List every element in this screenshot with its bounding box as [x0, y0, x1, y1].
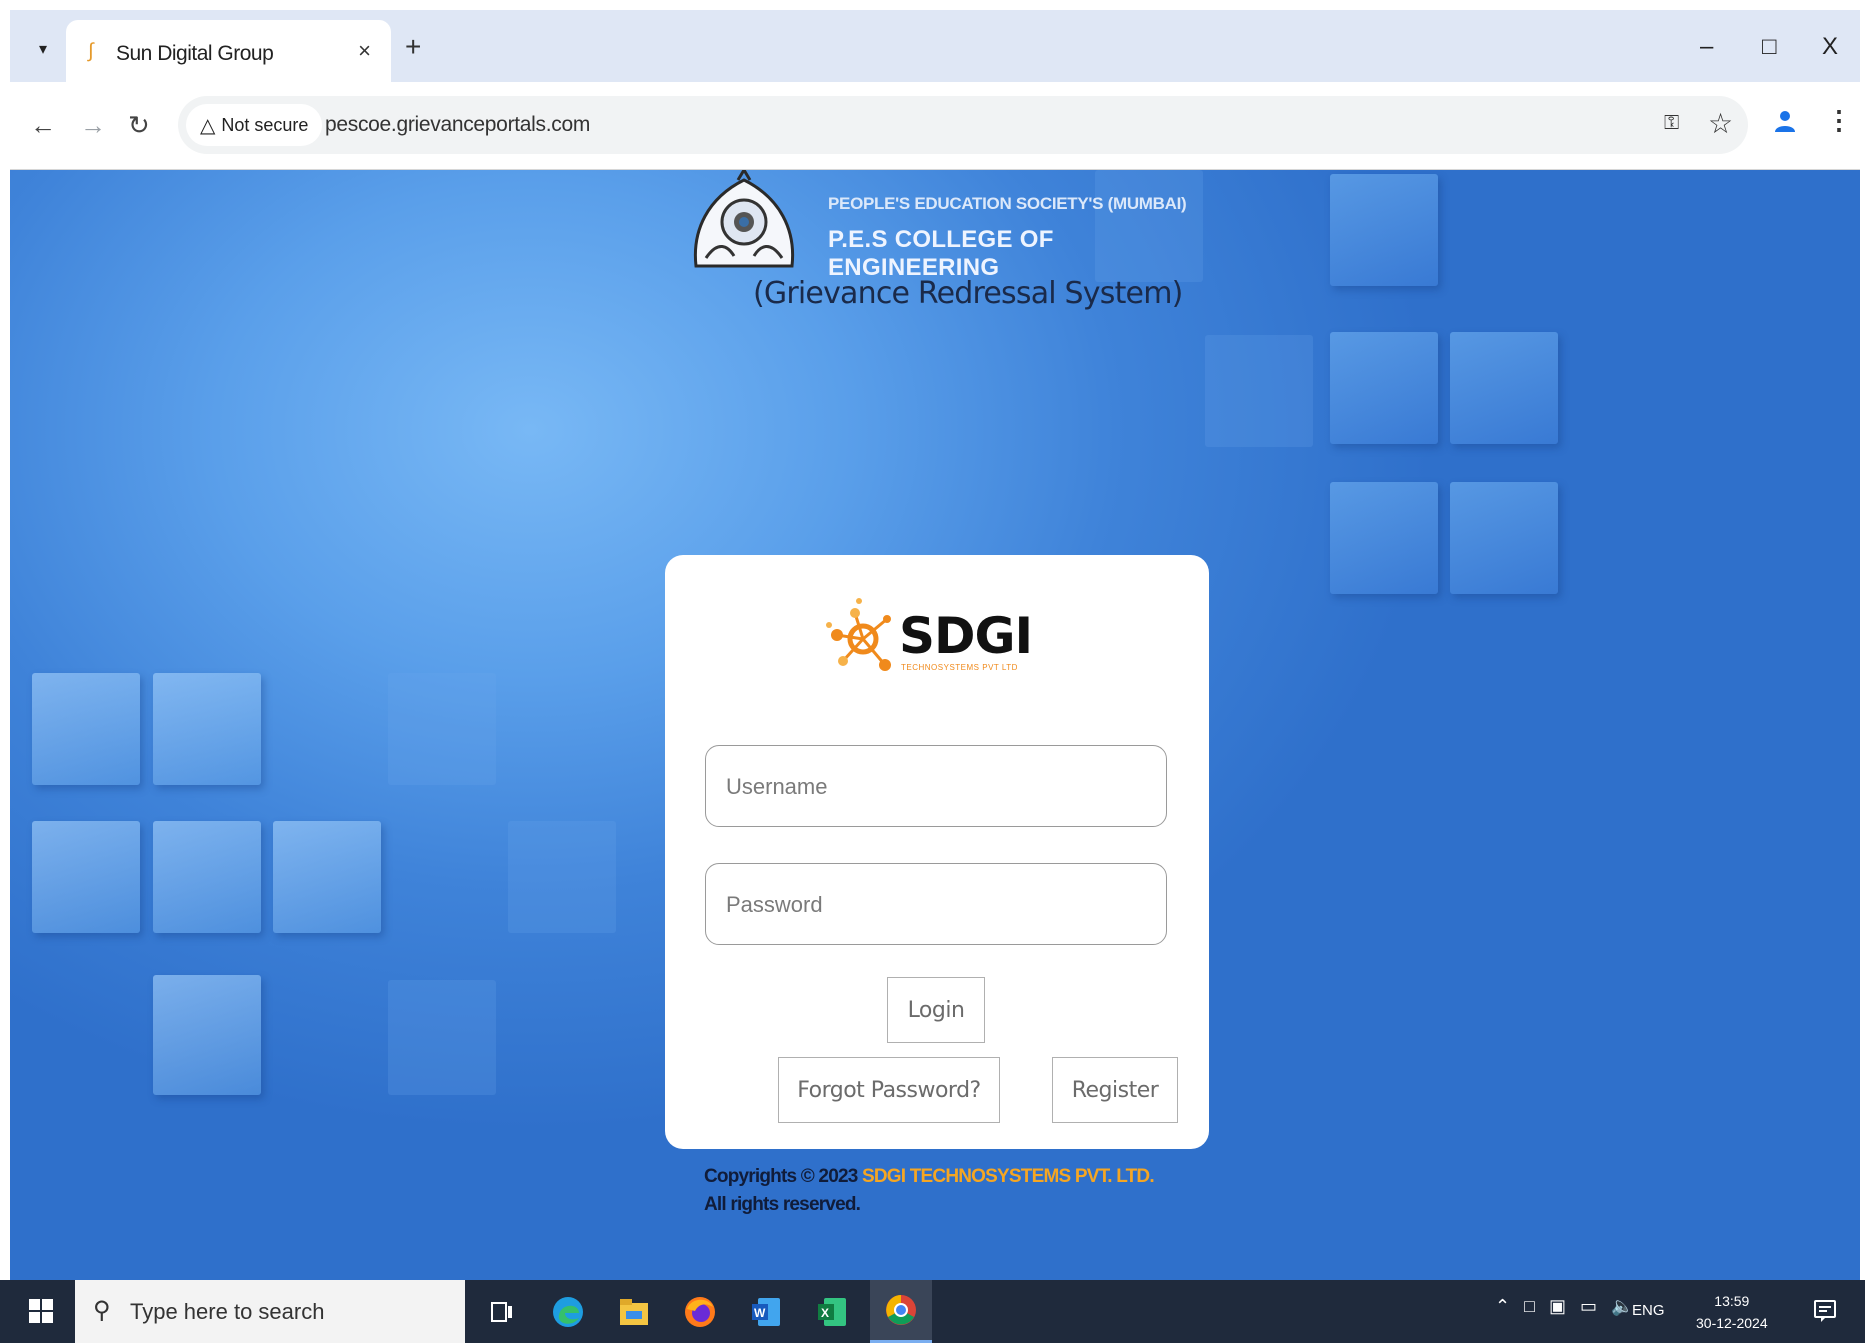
- window-close-button[interactable]: X: [1822, 34, 1838, 60]
- tab-search-chevron-icon[interactable]: ▾: [30, 36, 56, 62]
- warning-triangle-icon: △: [200, 114, 216, 137]
- system-tray: ⌃ □ ▣ ▭ 🔈: [1495, 1296, 1633, 1317]
- tab-close-icon[interactable]: ×: [358, 38, 371, 64]
- firefox-icon[interactable]: [680, 1292, 720, 1332]
- page-footer: Copyrights © 2023 SDGI TECHNOSYSTEMS PVT…: [704, 1166, 1155, 1216]
- clock-time: 13:59: [1714, 1293, 1750, 1309]
- chrome-icon[interactable]: [870, 1280, 932, 1343]
- network-molecule-icon: [826, 598, 891, 671]
- browser-window: ▾ ∫ Sun Digital Group × + – □ X ← → ↻ △ …: [10, 10, 1860, 1280]
- excel-icon[interactable]: X: [812, 1292, 852, 1332]
- bg-square: [153, 673, 261, 785]
- bg-square: [153, 975, 261, 1095]
- bg-square: [388, 980, 496, 1095]
- password-field[interactable]: [705, 863, 1167, 945]
- site-info-chip[interactable]: △ Not secure: [186, 104, 323, 146]
- new-tab-button[interactable]: +: [405, 33, 421, 61]
- system-title: (Grievance Redressal System): [753, 276, 1183, 311]
- reload-icon[interactable]: ↻: [128, 110, 150, 140]
- language-indicator[interactable]: ENG: [1632, 1302, 1665, 1319]
- society-name: PEOPLE'S EDUCATION SOCIETY'S (MUMBAI): [828, 194, 1187, 213]
- task-view-icon[interactable]: [482, 1292, 522, 1332]
- copyright-line: Copyrights © 2023 SDGI TECHNOSYSTEMS PVT…: [704, 1166, 1155, 1188]
- edge-browser-icon[interactable]: [548, 1292, 588, 1332]
- forward-arrow-icon[interactable]: →: [80, 110, 106, 140]
- password-input[interactable]: [726, 888, 1146, 922]
- college-name: P.E.S COLLEGE OF ENGINEERING: [828, 226, 1054, 281]
- bg-square: [388, 673, 496, 785]
- copyright-prefix: Copyrights © 2023: [704, 1166, 858, 1187]
- windows-taskbar: ⚲ Type here to search W X ⌃ □ ▣ ▭ 🔈 ENG …: [0, 1280, 1865, 1343]
- back-arrow-icon[interactable]: ←: [30, 110, 56, 140]
- svg-text:X: X: [821, 1306, 829, 1320]
- browser-toolbar: ← → ↻ △ Not secure pescoe.grievanceporta…: [10, 82, 1860, 170]
- bg-square: [508, 821, 616, 933]
- bg-square: [273, 821, 381, 933]
- address-bar[interactable]: △ Not secure pescoe.grievanceportals.com…: [178, 96, 1748, 154]
- sdgi-logo: SDGI TECHNOSYSTEMS PVT LTD: [825, 595, 1045, 681]
- bookmark-star-icon[interactable]: ☆: [1708, 107, 1733, 140]
- register-button[interactable]: Register: [1052, 1057, 1178, 1123]
- not-secure-label: Not secure: [221, 114, 309, 135]
- bg-square: [1450, 482, 1558, 594]
- taskbar-clock[interactable]: 13:59 30-12-2024: [1696, 1290, 1768, 1334]
- word-icon[interactable]: W: [746, 1292, 786, 1332]
- tab-strip: ▾ ∫ Sun Digital Group × + – □ X: [10, 10, 1860, 82]
- brand-tagline: TECHNOSYSTEMS PVT LTD: [901, 663, 1018, 672]
- notification-icon[interactable]: [1812, 1298, 1838, 1324]
- bg-square: [1450, 332, 1558, 444]
- windows-start-icon[interactable]: [28, 1298, 54, 1324]
- tab-active[interactable]: ∫ Sun Digital Group ×: [66, 20, 391, 82]
- tab-title: Sun Digital Group: [116, 42, 274, 65]
- search-icon: ⚲: [93, 1297, 111, 1324]
- bg-square: [1330, 174, 1438, 286]
- bg-square: [153, 821, 261, 933]
- forgot-password-button[interactable]: Forgot Password?: [778, 1057, 1000, 1123]
- college-emblem-logo: [693, 170, 795, 268]
- bg-square: [1205, 335, 1313, 447]
- profile-avatar-icon[interactable]: [1772, 108, 1798, 134]
- password-key-icon[interactable]: ⚿: [1664, 112, 1679, 135]
- bg-square: [1330, 332, 1438, 444]
- username-field[interactable]: [705, 745, 1167, 827]
- tray-chevron-icon[interactable]: ⌃: [1495, 1296, 1510, 1317]
- volume-icon[interactable]: 🔈: [1611, 1296, 1633, 1317]
- rights-reserved-text: All rights reserved.: [704, 1194, 861, 1215]
- page-viewport: PEOPLE'S EDUCATION SOCIETY'S (MUMBAI) P.…: [10, 170, 1860, 1280]
- file-explorer-icon[interactable]: [614, 1292, 654, 1332]
- minimize-button[interactable]: –: [1700, 34, 1713, 60]
- login-card: SDGI TECHNOSYSTEMS PVT LTD Login Forgot …: [665, 555, 1209, 1149]
- bg-square: [32, 821, 140, 933]
- network-icon[interactable]: ▭: [1580, 1296, 1597, 1317]
- more-menu-icon[interactable]: ⋮: [1826, 106, 1852, 134]
- company-link[interactable]: SDGI TECHNOSYSTEMS PVT. LTD.: [862, 1166, 1155, 1187]
- brand-name: SDGI: [899, 607, 1033, 665]
- taskbar-search-box[interactable]: ⚲ Type here to search: [75, 1280, 465, 1343]
- site-favicon-icon: ∫: [88, 40, 94, 62]
- login-button[interactable]: Login: [887, 977, 985, 1043]
- url-text[interactable]: pescoe.grievanceportals.com: [325, 113, 590, 137]
- clock-date: 30-12-2024: [1696, 1315, 1768, 1331]
- svg-text:W: W: [754, 1306, 766, 1320]
- taskbar-search-placeholder: Type here to search: [130, 1299, 325, 1324]
- college-header: PEOPLE'S EDUCATION SOCIETY'S (MUMBAI) P.…: [678, 170, 1218, 311]
- tray-security-icon[interactable]: ▣: [1549, 1296, 1566, 1317]
- username-input[interactable]: [726, 770, 1146, 804]
- tray-app-icon[interactable]: □: [1524, 1296, 1535, 1317]
- bg-square: [1330, 482, 1438, 594]
- maximize-button[interactable]: □: [1762, 34, 1777, 60]
- bg-square: [32, 673, 140, 785]
